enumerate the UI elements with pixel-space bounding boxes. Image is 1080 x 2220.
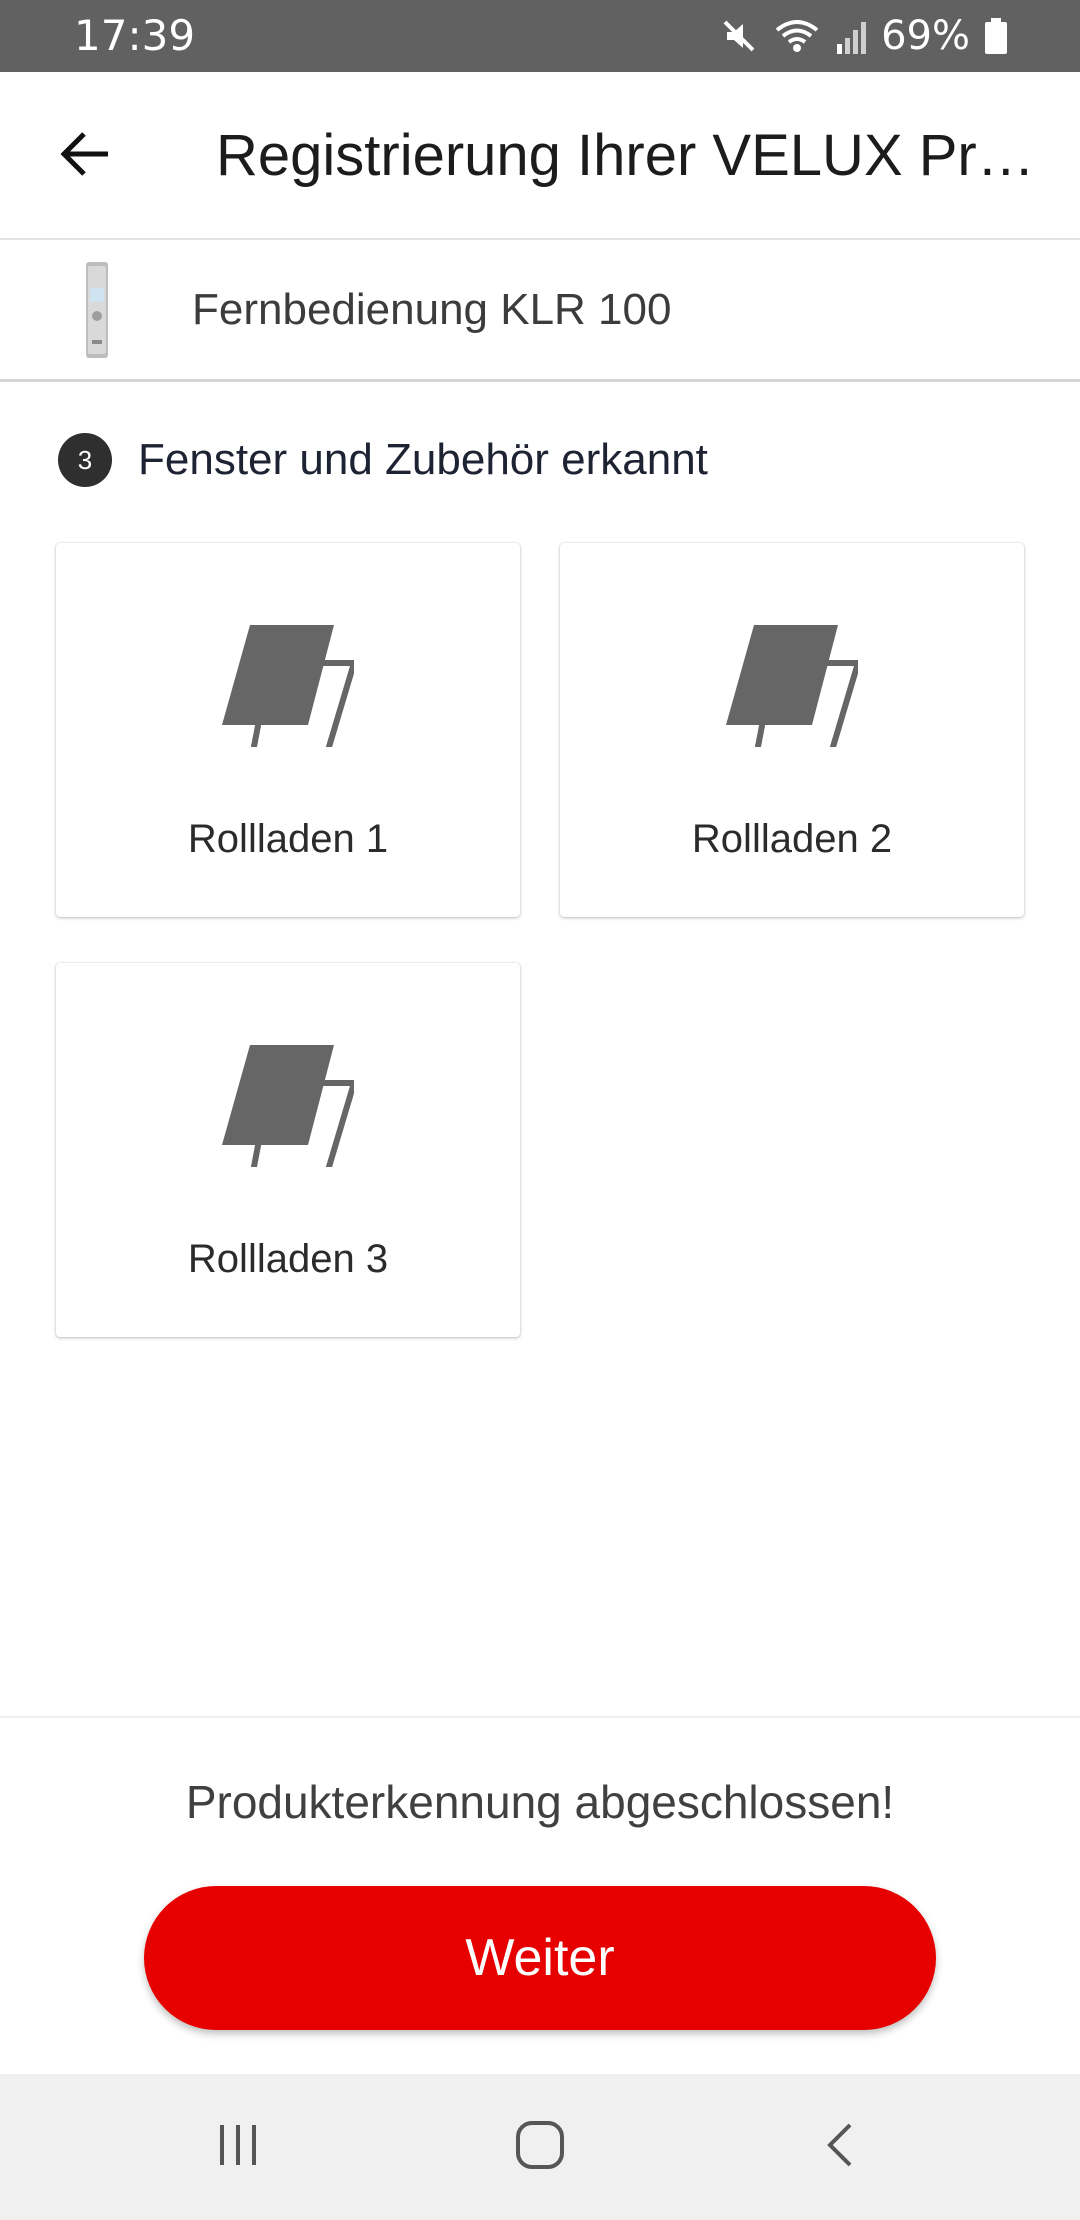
home-icon [514, 2119, 566, 2176]
mute-icon [719, 16, 759, 56]
bottom-panel: Produkterkennung abgeschlossen! Weiter [0, 1716, 1080, 2074]
roller-shutter-icon [726, 615, 863, 760]
page-title: Registrierung Ihrer VELUX Produkte [216, 123, 1046, 188]
detected-heading: 3 Fenster und Zubehör erkannt [58, 432, 708, 488]
status-time: 17:39 [74, 11, 196, 60]
device-card-rollladen-1[interactable]: Rollladen 1 [56, 543, 520, 917]
detected-label: Fenster und Zubehör erkannt [138, 435, 708, 484]
device-label: Rollladen 2 [691, 817, 893, 861]
device-card-rollladen-3[interactable]: Rollladen 3 [56, 963, 520, 1337]
device-label: Rollladen 3 [187, 1237, 389, 1281]
remote-control-icon [84, 262, 110, 358]
status-bar: 17:39 69% [0, 0, 1080, 72]
status-icons: 69% [719, 12, 1008, 60]
signal-icon [835, 16, 867, 56]
app-bar: Registrierung Ihrer VELUX Produkte [0, 72, 1080, 240]
wifi-icon [773, 16, 821, 56]
battery-icon [984, 16, 1008, 56]
battery-percent: 69% [881, 13, 970, 59]
arrow-left-icon [58, 126, 114, 187]
continue-button[interactable]: Weiter [144, 1886, 936, 2030]
product-header: Fernbedienung KLR 100 [0, 242, 1080, 382]
device-card-rollladen-2[interactable]: Rollladen 2 [560, 543, 1024, 917]
roller-shutter-icon [222, 1035, 359, 1180]
system-nav-bar [0, 2074, 1080, 2220]
chevron-left-icon [818, 2121, 866, 2174]
home-button[interactable] [500, 2107, 580, 2187]
product-name: Fernbedienung KLR 100 [192, 285, 672, 334]
recent-apps-button[interactable] [198, 2107, 278, 2187]
count-badge: 3 [58, 433, 112, 487]
device-label: Rollladen 1 [187, 817, 389, 861]
completion-message: Produkterkennung abgeschlossen! [185, 1776, 895, 1828]
roller-shutter-icon [222, 615, 359, 760]
system-back-button[interactable] [802, 2107, 882, 2187]
back-button[interactable] [42, 112, 130, 200]
recent-apps-icon [214, 2121, 262, 2174]
